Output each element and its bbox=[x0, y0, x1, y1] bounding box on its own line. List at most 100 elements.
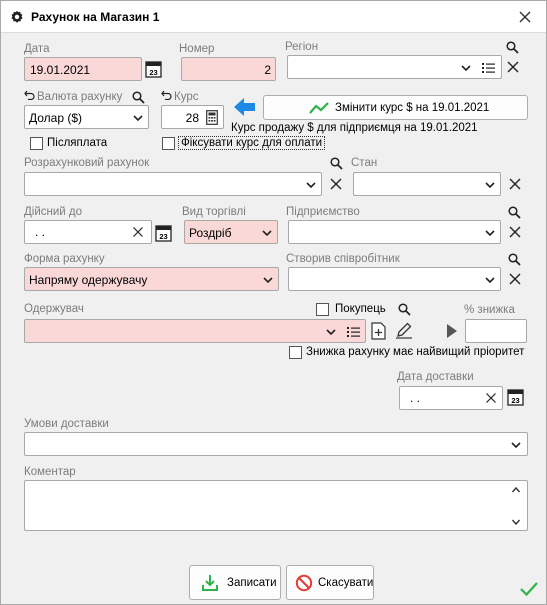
invoice-dialog: Рахунок на Магазин 1 Дата 19.01.2021 23 … bbox=[0, 0, 547, 605]
play-icon[interactable] bbox=[446, 324, 458, 338]
valid-until-label: Дійсний до bbox=[24, 206, 83, 218]
date-label: Дата bbox=[24, 43, 50, 55]
download-icon bbox=[202, 575, 218, 591]
rate-field[interactable]: 28 bbox=[161, 105, 224, 129]
valid-until-field[interactable]: . . bbox=[24, 220, 152, 244]
list-icon[interactable] bbox=[347, 326, 360, 338]
recipient-label: Одержувач bbox=[24, 303, 84, 315]
clear-enterprise-icon[interactable] bbox=[508, 225, 522, 239]
currency-value: Долар ($) bbox=[29, 111, 83, 125]
status-select[interactable] bbox=[353, 172, 501, 196]
created-by-label: Створив співробітник bbox=[286, 253, 400, 265]
chevron-down-icon bbox=[511, 442, 521, 449]
edit-pencil-icon[interactable] bbox=[395, 321, 413, 339]
search-icon[interactable] bbox=[330, 157, 343, 170]
gear-icon bbox=[11, 10, 23, 23]
number-field[interactable]: 2 bbox=[181, 57, 276, 81]
comment-textarea[interactable] bbox=[24, 480, 528, 531]
clear-date-icon[interactable] bbox=[485, 392, 497, 404]
buyer-checkbox[interactable] bbox=[316, 303, 329, 316]
chevron-down-icon bbox=[485, 182, 495, 189]
payment-form-value: Напряму одержувачу bbox=[29, 273, 148, 287]
search-icon[interactable] bbox=[132, 91, 145, 104]
calendar-icon[interactable]: 23 bbox=[155, 224, 172, 242]
fix-rate-label: Фіксувати курс для оплати bbox=[178, 136, 326, 150]
delivery-terms-select[interactable] bbox=[24, 432, 528, 456]
chevron-down-icon bbox=[326, 329, 336, 336]
scroll-down-icon[interactable] bbox=[511, 517, 521, 527]
discount-priority-label: Знижка рахунку має найвищий пріоритет bbox=[306, 346, 525, 358]
title-bar: Рахунок на Магазин 1 bbox=[1, 1, 546, 33]
created-by-select[interactable] bbox=[288, 267, 501, 291]
date-field[interactable]: 19.01.2021 bbox=[24, 57, 142, 81]
add-document-icon[interactable] bbox=[371, 322, 386, 340]
delivery-terms-label: Умови доставки bbox=[24, 418, 109, 430]
chevron-down-icon bbox=[262, 230, 272, 237]
clear-date-icon[interactable] bbox=[132, 226, 144, 238]
close-window-icon[interactable] bbox=[518, 10, 532, 24]
delivery-date-label: Дата доставки bbox=[397, 371, 474, 383]
chevron-down-icon bbox=[263, 277, 273, 284]
cancel-label: Скасувати bbox=[318, 577, 374, 589]
discount-priority-checkbox[interactable] bbox=[289, 346, 302, 359]
chevron-down-icon bbox=[133, 115, 143, 122]
settlement-account-select[interactable] bbox=[24, 172, 322, 196]
recipient-select[interactable] bbox=[24, 319, 366, 343]
currency-select[interactable]: Долар ($) bbox=[24, 105, 149, 129]
arrow-left-icon bbox=[234, 98, 255, 116]
chevron-down-icon bbox=[485, 230, 495, 237]
number-label: Номер bbox=[179, 43, 215, 55]
save-label: Записати bbox=[227, 577, 277, 589]
clear-settlement-account-icon[interactable] bbox=[329, 177, 343, 191]
enterprise-select[interactable] bbox=[288, 220, 501, 244]
enterprise-label: Підприємство bbox=[286, 206, 360, 218]
search-icon[interactable] bbox=[398, 303, 411, 316]
currency-label: Валюта рахунку bbox=[37, 91, 123, 103]
settlement-account-label: Розрахунковий рахунок bbox=[24, 157, 150, 169]
region-select[interactable] bbox=[287, 55, 502, 79]
svg-text:23: 23 bbox=[511, 396, 519, 405]
change-rate-button[interactable]: Змінити курс $ на 19.01.2021 bbox=[263, 95, 528, 120]
trade-type-value: Роздріб bbox=[189, 226, 232, 240]
status-label: Стан bbox=[351, 157, 378, 169]
trade-type-label: Вид торгівлі bbox=[182, 206, 246, 218]
rate-label: Курс bbox=[174, 91, 199, 103]
calendar-icon[interactable]: 23 bbox=[145, 60, 162, 78]
clear-region-icon[interactable] bbox=[506, 60, 520, 74]
list-icon[interactable] bbox=[482, 62, 495, 74]
cancel-button[interactable]: Скасувати bbox=[286, 565, 374, 600]
discount-field[interactable] bbox=[465, 319, 527, 343]
svg-text:23: 23 bbox=[149, 68, 157, 77]
search-icon[interactable] bbox=[508, 253, 521, 266]
svg-text:23: 23 bbox=[159, 232, 167, 241]
save-button[interactable]: Записати bbox=[189, 565, 281, 600]
trade-type-select[interactable]: Роздріб bbox=[184, 220, 278, 244]
search-icon[interactable] bbox=[506, 41, 519, 54]
payment-form-select[interactable]: Напряму одержувачу bbox=[24, 267, 279, 291]
payment-form-label: Форма рахунку bbox=[24, 253, 105, 265]
comment-label: Коментар bbox=[24, 466, 76, 478]
clear-status-icon[interactable] bbox=[508, 177, 522, 191]
search-icon[interactable] bbox=[508, 206, 521, 219]
number-value: 2 bbox=[264, 63, 271, 77]
date-value: 19.01.2021 bbox=[30, 63, 91, 77]
checkmark-icon bbox=[520, 582, 538, 597]
undo-icon[interactable] bbox=[24, 90, 35, 100]
buyer-label: Покупець bbox=[335, 303, 386, 315]
change-rate-label: Змінити курс $ на 19.01.2021 bbox=[335, 102, 490, 114]
fix-rate-checkbox[interactable] bbox=[162, 137, 175, 150]
trend-up-icon bbox=[309, 102, 329, 114]
chevron-down-icon bbox=[461, 65, 471, 72]
clear-created-by-icon[interactable] bbox=[508, 272, 522, 286]
postpay-label: Післяплата bbox=[47, 137, 108, 149]
postpay-checkbox[interactable] bbox=[30, 137, 43, 150]
valid-until-value: . . bbox=[35, 225, 46, 239]
chevron-down-icon bbox=[306, 182, 316, 189]
delivery-date-field[interactable]: . . bbox=[399, 386, 503, 410]
scroll-up-icon[interactable] bbox=[511, 485, 521, 495]
calculator-icon[interactable] bbox=[206, 110, 218, 125]
calendar-icon[interactable]: 23 bbox=[507, 388, 524, 406]
undo-icon[interactable] bbox=[161, 90, 172, 100]
cancel-icon bbox=[295, 574, 313, 592]
rate-info-text: Курс продажу $ для підприємця на 19.01.2… bbox=[231, 122, 478, 134]
